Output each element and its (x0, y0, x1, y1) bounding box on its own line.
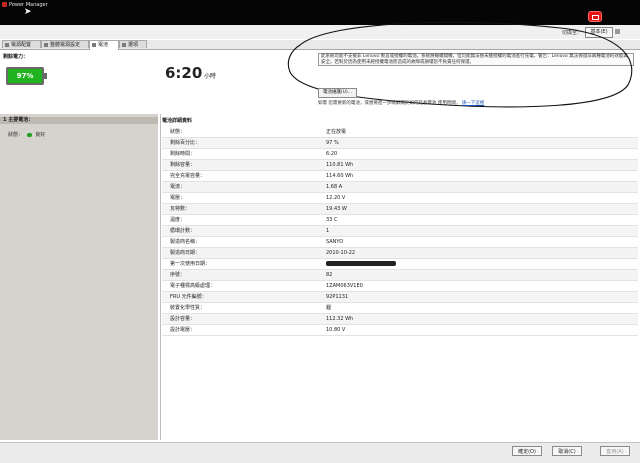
details-title: 電池詳細資料 (162, 118, 193, 124)
status-label: 狀態： (8, 132, 24, 138)
remaining-time: 6:20 (165, 64, 203, 82)
battery-list-pane (0, 114, 158, 440)
detail-row: 剩餘容量： 110.81 Wh (162, 160, 638, 171)
tab-power-plans[interactable]: 電源配置 (2, 40, 41, 48)
redacted-value (326, 259, 396, 270)
detail-row: 製造商名稱： SANYO (162, 237, 638, 248)
battery-gauge: 97% (6, 67, 47, 85)
ok-button[interactable]: 確定(O) (512, 446, 542, 456)
apply-button[interactable]: 套用(A) (600, 446, 630, 456)
detail-row: 溫度： 33 C (162, 215, 638, 226)
remaining-label: 剩餘電力： (3, 54, 29, 60)
detail-row: 剩餘時間： 6:20 (162, 149, 638, 160)
battery-tab-icon (92, 42, 96, 47)
detail-row: 裝置化學性質：鋰 (162, 303, 638, 314)
battery-terminal (44, 73, 47, 79)
mode-button[interactable]: 基本(E) (585, 27, 613, 38)
switch-mode-label: 切換至： (562, 30, 583, 36)
remaining-time-unit: 小時 (204, 73, 217, 80)
tab-global-settings[interactable]: 整體電源設定 (41, 40, 89, 48)
detail-row: 製造商日期： 2010-10-22 (162, 248, 638, 259)
detail-row: 完全充電容量： 114.60 Wh (162, 171, 638, 182)
dialog-button-bar (0, 442, 640, 463)
detail-row: 電子種標高級處理： 1ZAM063V1E0 (162, 281, 638, 292)
detail-row: 剩餘百分比： 97 % (162, 138, 638, 149)
power-manager-icon (2, 2, 7, 7)
detail-row: 第一次使用日期： (162, 259, 638, 270)
battery-maintenance-button[interactable]: 電池維護(U)... (318, 88, 357, 98)
detail-row: 序號： 82 (162, 270, 638, 281)
battery-status-row: 狀態： 良好 (8, 131, 45, 138)
mode-bar (0, 25, 640, 39)
tab-battery[interactable]: 電池 (89, 40, 119, 50)
battery-alert-icon[interactable] (588, 11, 602, 22)
gear-icon (44, 42, 48, 47)
detail-row: 循環計數： 1 (162, 226, 638, 237)
detail-row: 設計電壓： 10.80 V (162, 325, 638, 336)
detail-row: FRU 元件編號： 92P1131 (162, 292, 638, 303)
detail-row: 瓦特數： 19.43 W (162, 204, 638, 215)
options-icon (122, 42, 126, 47)
leaf-icon (26, 132, 32, 137)
battery-info-line: 如需 您需要新的電池，或想要進一步瞭解關於如何延長電池 使用時間， 請一下這裡 (318, 100, 484, 106)
battery-warning-notice: 此系統可能不支援非 Lenovo 製造或授權的電池。系統將繼續開機，但可能無法替… (318, 53, 634, 66)
battery-info-link[interactable]: 請一下這裡 (462, 101, 485, 106)
status-value: 良好 (35, 132, 46, 138)
settings-icon[interactable] (615, 29, 620, 34)
redaction-mark (326, 261, 396, 266)
detail-row: 電壓： 12.20 V (162, 193, 638, 204)
main-battery-header[interactable]: 1 主要電池： (0, 117, 158, 124)
battery-percent: 97% (16, 72, 34, 80)
battery-info-text: 如需 您需要新的電池，或想要進一步瞭解關於如何延長電池 使用時間， (318, 101, 461, 106)
detail-row: 狀態： 正在放電 (162, 127, 638, 138)
mouse-pointer-icon: ➤ (24, 7, 32, 17)
plan-icon (5, 42, 9, 47)
detail-row: 電流： 1.68 A (162, 182, 638, 193)
cancel-button[interactable]: 取消(C) (552, 446, 582, 456)
tab-options[interactable]: 選項 (119, 40, 147, 48)
title-bar: Power Manager ➤ (0, 0, 640, 25)
detail-row: 設計容量： 112.32 Wh (162, 314, 638, 325)
